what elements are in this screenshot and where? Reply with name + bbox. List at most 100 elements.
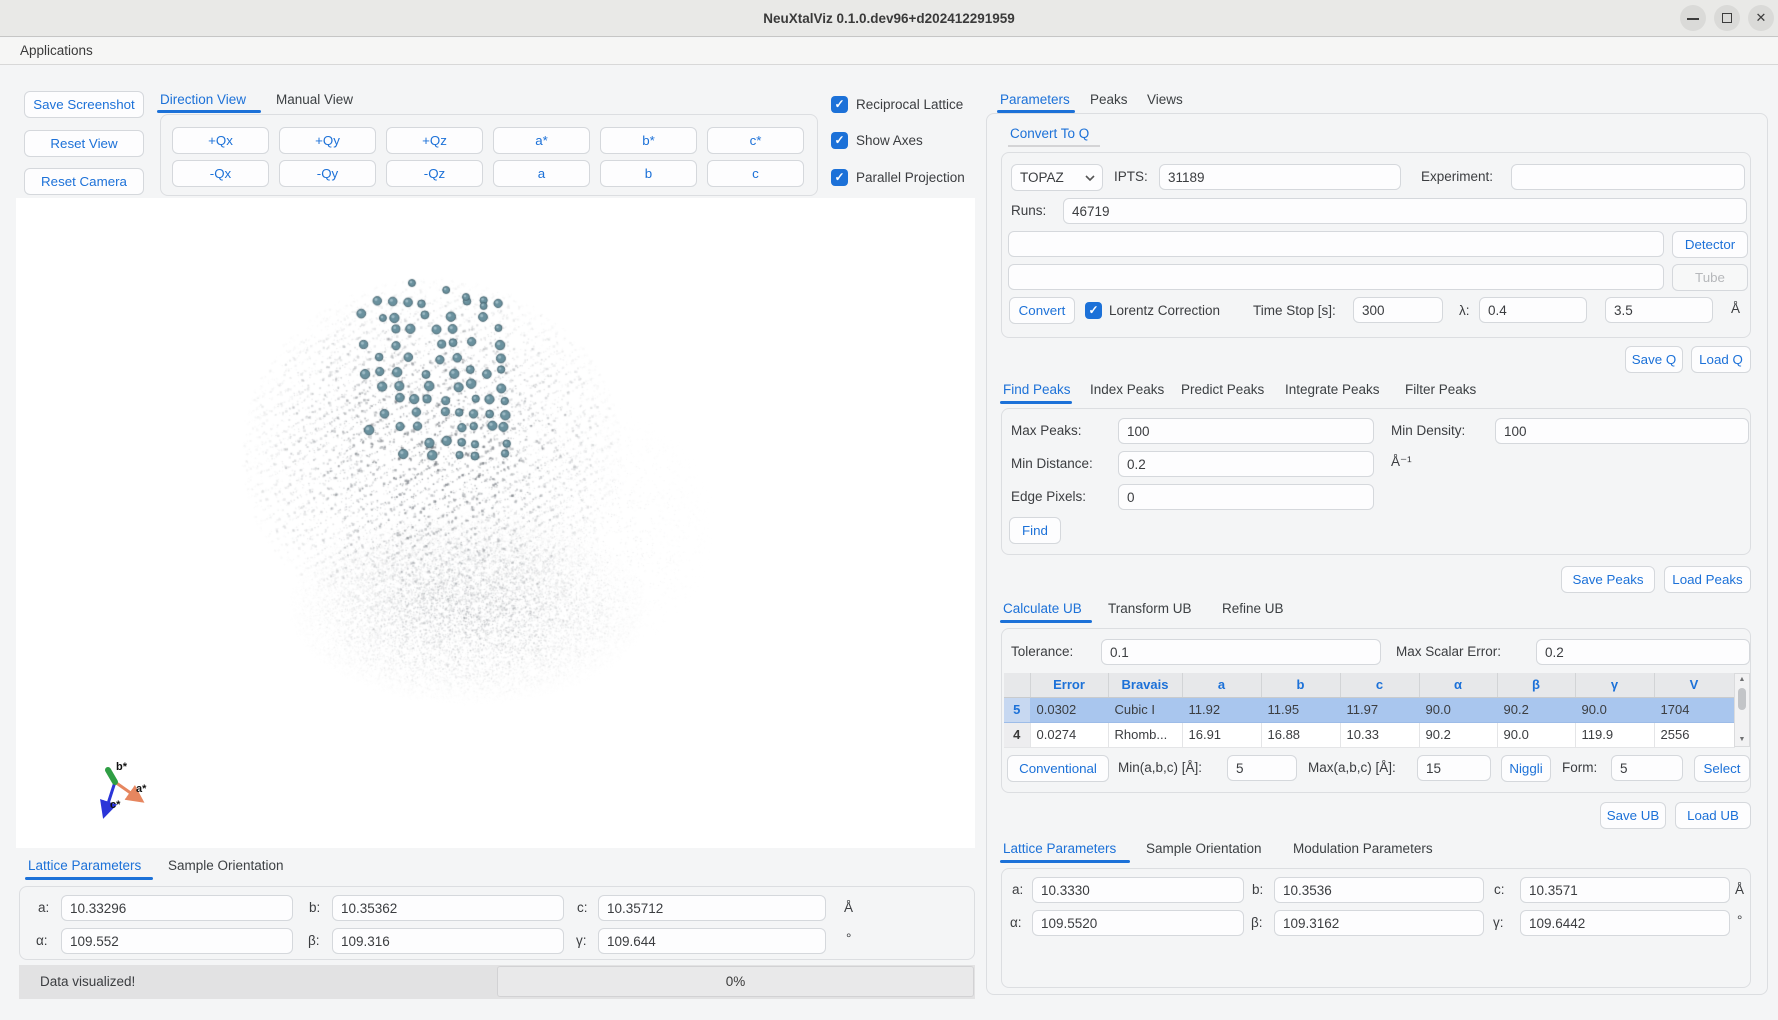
tab-sample-orientation-left[interactable]: Sample Orientation (168, 858, 284, 873)
dir-button-c-star[interactable]: c* (707, 127, 804, 154)
find-button[interactable]: Find (1009, 517, 1061, 544)
tab-filter-peaks[interactable]: Filter Peaks (1405, 382, 1476, 397)
tube-file-field[interactable] (1008, 264, 1664, 290)
table-row[interactable]: 40.0274Rhomb...16.9116.8810.3390.290.011… (1004, 722, 1734, 747)
beta-field[interactable] (332, 928, 564, 954)
select-button[interactable]: Select (1694, 755, 1750, 782)
lorentz-correction-checkbox[interactable]: ✓ (1085, 302, 1102, 319)
ub-table-header-cell[interactable]: c (1340, 673, 1419, 697)
table-row[interactable]: 50.0302Cubic I11.9211.9511.9790.090.290.… (1004, 697, 1734, 722)
beta-field-right[interactable] (1274, 910, 1484, 936)
ub-table-header-cell[interactable]: β (1497, 673, 1575, 697)
load-peaks-button[interactable]: Load Peaks (1664, 566, 1751, 593)
tab-sample-orientation-right[interactable]: Sample Orientation (1146, 841, 1262, 856)
ub-table-header-cell[interactable]: α (1419, 673, 1497, 697)
ub-table-header-cell[interactable]: V (1654, 673, 1734, 697)
tab-peaks[interactable]: Peaks (1090, 92, 1128, 107)
b-field-right[interactable] (1274, 877, 1484, 903)
reciprocal-lattice-checkbox[interactable]: ✓ (831, 96, 848, 113)
edge-pixels-field[interactable] (1118, 484, 1374, 510)
a-field[interactable] (61, 895, 293, 921)
minimize-button[interactable] (1680, 5, 1706, 31)
save-ub-button[interactable]: Save UB (1600, 802, 1666, 829)
save-peaks-button[interactable]: Save Peaks (1561, 566, 1655, 593)
gamma-field-right[interactable] (1520, 910, 1730, 936)
wavelength-max-field[interactable] (1605, 297, 1713, 323)
tab-modulation-parameters[interactable]: Modulation Parameters (1293, 841, 1433, 856)
detector-file-field[interactable] (1008, 231, 1664, 257)
convert-button[interactable]: Convert (1009, 297, 1075, 324)
tab-predict-peaks[interactable]: Predict Peaks (1181, 382, 1264, 397)
scrollbar-thumb[interactable] (1738, 688, 1746, 710)
close-button[interactable]: ✕ (1748, 5, 1774, 31)
tab-parameters[interactable]: Parameters (1000, 92, 1070, 107)
wavelength-min-field[interactable] (1479, 297, 1587, 323)
reset-camera-button[interactable]: Reset Camera (24, 168, 144, 195)
b-field[interactable] (332, 895, 564, 921)
detector-button[interactable]: Detector (1672, 231, 1748, 258)
tab-lattice-parameters-left[interactable]: Lattice Parameters (28, 858, 141, 873)
tab-direction-view[interactable]: Direction View (160, 92, 246, 107)
a-field-right[interactable] (1032, 877, 1244, 903)
menu-applications[interactable]: Applications (14, 38, 99, 64)
ub-table-header-cell[interactable]: a (1182, 673, 1261, 697)
ub-table-header-cell[interactable]: Error (1030, 673, 1108, 697)
tab-index-peaks[interactable]: Index Peaks (1090, 382, 1164, 397)
tab-find-peaks[interactable]: Find Peaks (1003, 382, 1071, 397)
scroll-down-icon[interactable]: ▼ (1735, 734, 1749, 746)
dir-button-a[interactable]: a (493, 160, 590, 187)
load-ub-button[interactable]: Load UB (1675, 802, 1751, 829)
dir-button-plus-qy[interactable]: +Qy (279, 127, 376, 154)
viewport-canvas[interactable] (16, 198, 975, 848)
max-abc-field[interactable] (1417, 755, 1491, 781)
min-abc-field[interactable] (1227, 755, 1297, 781)
maximize-button[interactable] (1714, 5, 1740, 31)
reset-view-button[interactable]: Reset View (24, 130, 144, 157)
ub-table-header-cell[interactable]: Bravais (1108, 673, 1182, 697)
show-axes-checkbox[interactable]: ✓ (831, 132, 848, 149)
dir-button-minus-qz[interactable]: -Qz (386, 160, 483, 187)
parallel-projection-checkbox[interactable]: ✓ (831, 169, 848, 186)
tab-refine-ub[interactable]: Refine UB (1222, 601, 1284, 616)
dir-button-minus-qx[interactable]: -Qx (172, 160, 269, 187)
tab-manual-view[interactable]: Manual View (276, 92, 353, 107)
max-scalar-error-field[interactable] (1536, 639, 1750, 665)
c-field-right[interactable] (1520, 877, 1730, 903)
scroll-up-icon[interactable]: ▲ (1735, 674, 1749, 686)
niggli-button[interactable]: Niggli (1501, 755, 1551, 782)
tab-lattice-parameters-right[interactable]: Lattice Parameters (1003, 841, 1116, 856)
dir-button-b-star[interactable]: b* (600, 127, 697, 154)
experiment-field[interactable] (1511, 164, 1745, 190)
ub-table-header-cell[interactable] (1004, 673, 1030, 697)
conventional-button[interactable]: Conventional (1007, 755, 1109, 782)
alpha-field-right[interactable] (1032, 910, 1244, 936)
c-field[interactable] (598, 895, 826, 921)
dir-button-plus-qx[interactable]: +Qx (172, 127, 269, 154)
form-field[interactable] (1611, 755, 1683, 781)
save-q-button[interactable]: Save Q (1625, 346, 1683, 373)
min-distance-field[interactable] (1118, 451, 1374, 477)
time-stop-field[interactable] (1353, 297, 1443, 323)
tab-convert-to-q[interactable]: Convert To Q (1010, 126, 1089, 141)
tab-integrate-peaks[interactable]: Integrate Peaks (1285, 382, 1380, 397)
dir-button-b[interactable]: b (600, 160, 697, 187)
dir-button-plus-qz[interactable]: +Qz (386, 127, 483, 154)
ub-table-header-cell[interactable]: b (1261, 673, 1340, 697)
max-peaks-field[interactable] (1118, 418, 1374, 444)
tab-calculate-ub[interactable]: Calculate UB (1003, 601, 1082, 616)
ub-table-scrollbar[interactable]: ▲ ▼ (1734, 673, 1750, 747)
tab-views[interactable]: Views (1147, 92, 1183, 107)
ub-table-header-cell[interactable]: γ (1575, 673, 1654, 697)
dir-button-minus-qy[interactable]: -Qy (279, 160, 376, 187)
load-q-button[interactable]: Load Q (1691, 346, 1751, 373)
gamma-field[interactable] (598, 928, 826, 954)
tube-button[interactable]: Tube (1672, 264, 1748, 291)
dir-button-a-star[interactable]: a* (493, 127, 590, 154)
save-screenshot-button[interactable]: Save Screenshot (24, 91, 144, 118)
ipts-field[interactable] (1159, 164, 1401, 190)
dir-button-c[interactable]: c (707, 160, 804, 187)
min-density-field[interactable] (1495, 418, 1749, 444)
instrument-select[interactable]: TOPAZ (1011, 164, 1103, 191)
runs-field[interactable] (1063, 198, 1747, 224)
tolerance-field[interactable] (1101, 639, 1381, 665)
